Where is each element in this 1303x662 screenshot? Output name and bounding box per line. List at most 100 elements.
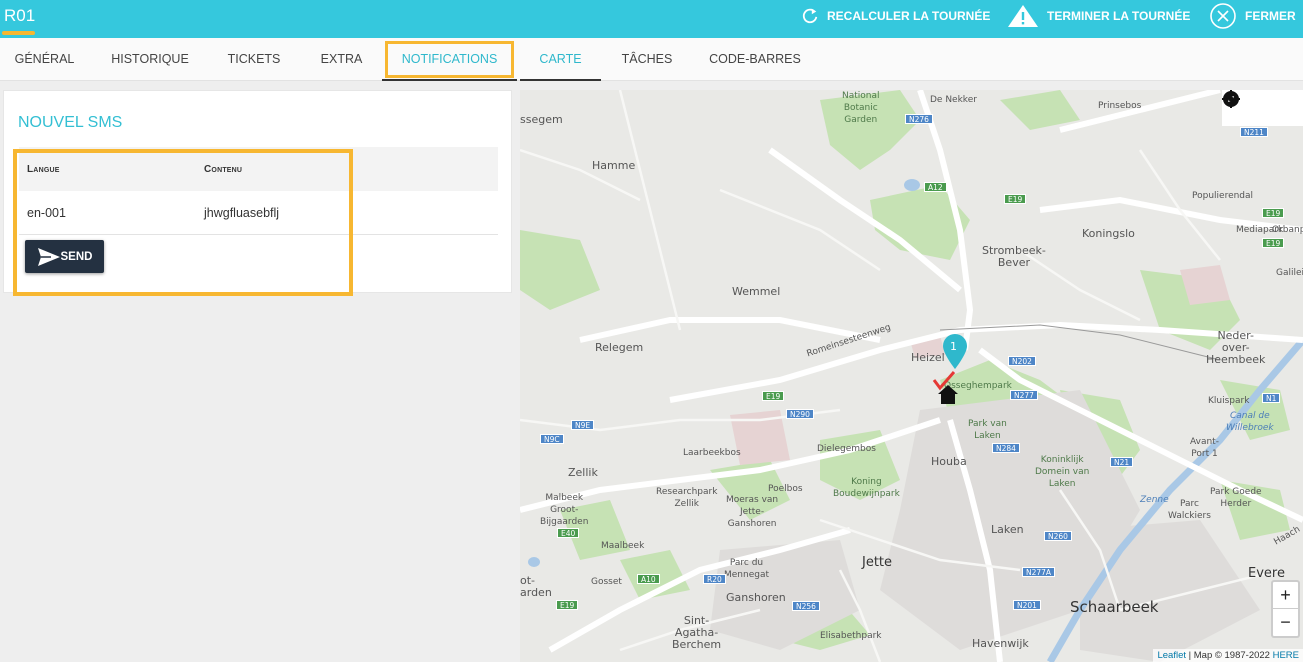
map-label: Relegem (595, 341, 644, 354)
map-label: Malbeek Groot- Bijgaarden (540, 493, 589, 527)
map-label: Evere (1248, 566, 1285, 581)
map-label: Parc du Mennegat (724, 558, 770, 580)
road-shield: A12 (924, 182, 947, 192)
map-label: ot- arden (520, 574, 552, 599)
map-label: Neder- over- Heembeek (1206, 329, 1266, 366)
map-label: Strombeek- Bever (982, 244, 1046, 269)
road-shield: E19 (556, 600, 579, 610)
top-bar: R01 RECALCULER LA TOURNÉE TERMINER LA TO… (0, 0, 1303, 38)
map-label: Laarbeekbos (683, 448, 741, 458)
new-sms-panel: NOUVEL SMS Langue Contenu en-001 jhwgflu… (3, 90, 512, 293)
tab-taches[interactable]: TÂCHES (608, 38, 686, 81)
zoom-out-button[interactable]: − (1273, 609, 1298, 636)
road-shield: N202 (1008, 356, 1036, 366)
map-label: Hamme (592, 159, 636, 172)
road-shield: N277A (1022, 567, 1056, 577)
road-shield: A10 (637, 574, 660, 584)
map-label: Ganshoren (726, 591, 786, 604)
road-shield: E19 (1262, 208, 1285, 218)
here-link[interactable]: HERE (1273, 650, 1299, 661)
road-shield: R20 (703, 574, 726, 584)
map-label: De Nekker (930, 95, 977, 105)
road-shield: N256 (792, 601, 820, 611)
road-shield: N21 (1110, 457, 1134, 467)
send-label: SEND (60, 250, 93, 263)
send-icon (37, 247, 60, 266)
map-label: Dielegembos (817, 444, 876, 454)
map-label: Moeras van Jette- Ganshoren (726, 495, 779, 529)
finish-route-label: TERMINER LA TOURNÉE (1047, 9, 1191, 23)
map-label: Zenne (1140, 495, 1169, 505)
close-button[interactable]: FERMER (1209, 0, 1296, 32)
map-label: Populierendal (1192, 191, 1254, 201)
send-sms-button[interactable]: SEND (25, 240, 104, 273)
refresh-icon (801, 7, 819, 25)
zoom-in-button[interactable]: + (1273, 582, 1298, 609)
row-language: en-001 (27, 205, 66, 220)
map-label: Wemmel (732, 285, 781, 298)
tab-carte[interactable]: CARTE (520, 38, 601, 81)
map-label: Park Goede Herder (1210, 487, 1262, 509)
route-title-underline (2, 31, 35, 35)
road-shield: E40 (557, 528, 580, 538)
map-label: Gosset (591, 577, 622, 587)
map-label: Elisabethpark (820, 631, 882, 641)
recalculate-route-label: RECALCULER LA TOURNÉE (827, 9, 991, 23)
map-label: Researchpark Zellik (656, 487, 718, 509)
recalculate-route-button[interactable]: RECALCULER LA TOURNÉE (801, 0, 990, 32)
tab-code-barres[interactable]: CODE-BARRES (696, 38, 814, 81)
attribution-text: | Map © 1987-2022 (1186, 650, 1273, 661)
road-shield: E19 (1004, 194, 1027, 204)
map-label: Havenwijk (972, 637, 1029, 650)
tab-extra[interactable]: EXTRA (304, 38, 379, 81)
map-label: Schaarbeek (1070, 598, 1159, 616)
map-label: Avant- Port 1 (1190, 437, 1219, 459)
column-header-language: Langue (27, 163, 60, 175)
table-row: en-001 jhwgfluasebflj (19, 191, 498, 235)
map-label: Orbanpa (1272, 225, 1303, 235)
road-shield: N211 (1240, 127, 1268, 137)
tab-tickets[interactable]: TICKETS (214, 38, 294, 81)
road-shield: N260 (1044, 531, 1072, 541)
map-label: Koning Boudewijnpark (833, 477, 900, 499)
map-label: Maalbeek (601, 541, 645, 551)
close-label: FERMER (1245, 9, 1296, 23)
map-label: Parc Walckiers (1168, 499, 1211, 521)
map-label: Canal de Willebroek (1226, 411, 1274, 433)
map-label: Galilei (1276, 268, 1303, 278)
map-label: Jette (862, 555, 893, 570)
home-check-icon (932, 371, 958, 404)
tab-historique[interactable]: HISTORIQUE (96, 38, 204, 81)
zoom-control: + − (1271, 580, 1300, 638)
finish-route-button[interactable]: TERMINER LA TOURNÉE (1007, 0, 1190, 32)
row-content: jhwgfluasebflj (204, 205, 280, 220)
road-shield: E19 (1262, 238, 1285, 248)
new-sms-heading: NOUVEL SMS (18, 114, 123, 131)
map-label: Prinsebos (1098, 101, 1142, 111)
road-shield: N290 (786, 409, 814, 419)
road-shield: N284 (992, 443, 1020, 453)
map-label: ssegem (520, 113, 563, 126)
map-label: Laken (991, 523, 1024, 536)
map-label: Heizel (911, 351, 945, 364)
road-shield: N277 (1010, 390, 1038, 400)
warning-icon (1007, 4, 1039, 28)
map-label: Park van Laken (968, 419, 1007, 441)
road-shield: N9C (540, 434, 564, 444)
map-label: Sint- Agatha- Berchem (672, 614, 722, 651)
road-shield: E19 (762, 391, 785, 401)
marker-number: 1 (950, 340, 957, 353)
map-label: Kluispark (1208, 396, 1250, 406)
sms-table-header: Langue Contenu (19, 147, 498, 191)
map-controls (1222, 90, 1303, 126)
map-attribution: Leaflet | Map © 1987-2022 HERE (1153, 649, 1303, 662)
road-shield: N1 (1262, 393, 1281, 403)
tab-general[interactable]: GÉNÉRAL (0, 38, 89, 81)
leaflet-link[interactable]: Leaflet (1157, 650, 1186, 661)
sms-table: Langue Contenu en-001 jhwgfluasebflj (19, 147, 498, 235)
map-view[interactable]: ssegem National Botanic Garden De Nekker… (520, 90, 1303, 662)
road-shield: N276 (905, 114, 933, 124)
road-shield: N9E (571, 420, 595, 430)
tab-notifications[interactable]: NOTIFICATIONS (382, 38, 517, 81)
map-label: Houba (931, 455, 967, 468)
